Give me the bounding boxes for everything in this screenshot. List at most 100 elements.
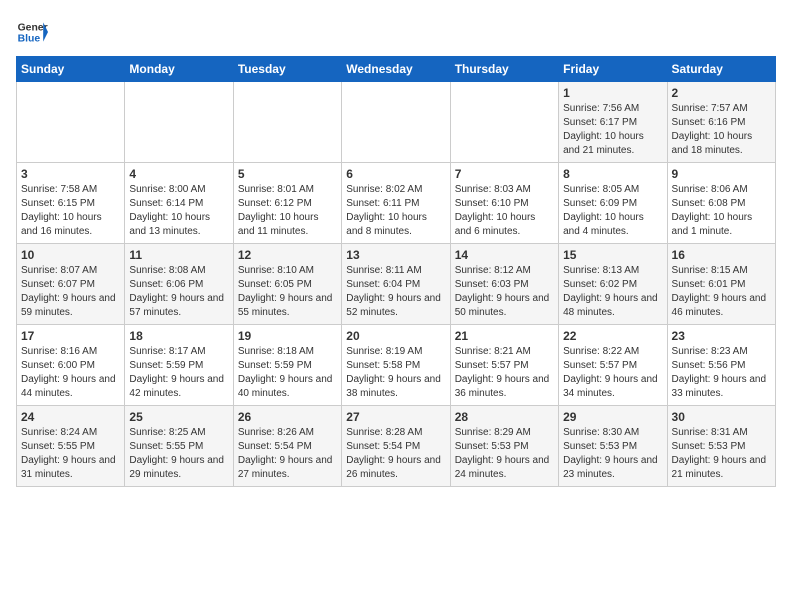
calendar-cell: 8 Sunrise: 8:05 AM Sunset: 6:09 PM Daylig… (559, 163, 667, 244)
day-info: Sunrise: 8:02 AM Sunset: 6:11 PM Dayligh… (346, 183, 445, 239)
day-number: 30 (672, 410, 771, 424)
calendar-cell: 22 Sunrise: 8:22 AM Sunset: 5:57 PM Dayli… (559, 325, 667, 406)
day-number: 16 (672, 248, 771, 262)
day-number: 26 (238, 410, 337, 424)
calendar-cell (17, 82, 125, 163)
calendar-cell: 16 Sunrise: 8:15 AM Sunset: 6:01 PM Dayli… (667, 244, 775, 325)
day-number: 28 (455, 410, 554, 424)
day-number: 9 (672, 167, 771, 181)
day-number: 7 (455, 167, 554, 181)
day-info: Sunrise: 8:17 AM Sunset: 5:59 PM Dayligh… (129, 345, 228, 401)
day-info: Sunrise: 8:26 AM Sunset: 5:54 PM Dayligh… (238, 426, 337, 482)
calendar-cell: 17Sunrise: 8:16 AM Sunset: 6:00 PM Dayli… (17, 325, 125, 406)
page-header: General Blue (16, 16, 776, 48)
day-info: Sunrise: 7:56 AM Sunset: 6:17 PM Dayligh… (563, 102, 662, 158)
calendar-cell: 18 Sunrise: 8:17 AM Sunset: 5:59 PM Dayli… (125, 325, 233, 406)
day-info: Sunrise: 8:29 AM Sunset: 5:53 PM Dayligh… (455, 426, 554, 482)
day-info: Sunrise: 8:24 AM Sunset: 5:55 PM Dayligh… (21, 426, 120, 482)
day-info: Sunrise: 8:31 AM Sunset: 5:53 PM Dayligh… (672, 426, 771, 482)
weekday-header: Tuesday (233, 57, 341, 82)
calendar-week-row: 1 Sunrise: 7:56 AM Sunset: 6:17 PM Daylig… (17, 82, 776, 163)
day-info: Sunrise: 8:25 AM Sunset: 5:55 PM Dayligh… (129, 426, 228, 482)
weekday-header: Monday (125, 57, 233, 82)
calendar-cell: 1 Sunrise: 7:56 AM Sunset: 6:17 PM Daylig… (559, 82, 667, 163)
day-info: Sunrise: 8:30 AM Sunset: 5:53 PM Dayligh… (563, 426, 662, 482)
day-number: 23 (672, 329, 771, 343)
day-number: 1 (563, 86, 662, 100)
weekday-header: Friday (559, 57, 667, 82)
day-number: 10 (21, 248, 120, 262)
day-info: Sunrise: 8:01 AM Sunset: 6:12 PM Dayligh… (238, 183, 337, 239)
weekday-header: Thursday (450, 57, 558, 82)
day-info: Sunrise: 8:23 AM Sunset: 5:56 PM Dayligh… (672, 345, 771, 401)
day-info: Sunrise: 8:12 AM Sunset: 6:03 PM Dayligh… (455, 264, 554, 320)
calendar-week-row: 3 Sunrise: 7:58 AM Sunset: 6:15 PM Daylig… (17, 163, 776, 244)
day-info: Sunrise: 8:13 AM Sunset: 6:02 PM Dayligh… (563, 264, 662, 320)
calendar-cell: 14 Sunrise: 8:12 AM Sunset: 6:03 PM Dayli… (450, 244, 558, 325)
day-info: Sunrise: 8:28 AM Sunset: 5:54 PM Dayligh… (346, 426, 445, 482)
day-number: 8 (563, 167, 662, 181)
calendar-cell: 13Sunrise: 8:11 AM Sunset: 6:04 PM Dayli… (342, 244, 450, 325)
day-info: Sunrise: 8:08 AM Sunset: 6:06 PM Dayligh… (129, 264, 228, 320)
day-number: 21 (455, 329, 554, 343)
calendar-cell (233, 82, 341, 163)
day-number: 18 (129, 329, 228, 343)
day-number: 11 (129, 248, 228, 262)
day-info: Sunrise: 7:58 AM Sunset: 6:15 PM Dayligh… (21, 183, 120, 239)
day-number: 22 (563, 329, 662, 343)
day-number: 12 (238, 248, 337, 262)
calendar-table: SundayMondayTuesdayWednesdayThursdayFrid… (16, 56, 776, 487)
day-number: 27 (346, 410, 445, 424)
svg-text:Blue: Blue (18, 34, 41, 45)
day-number: 24 (21, 410, 120, 424)
calendar-cell: 7 Sunrise: 8:03 AM Sunset: 6:10 PM Daylig… (450, 163, 558, 244)
day-info: Sunrise: 8:05 AM Sunset: 6:09 PM Dayligh… (563, 183, 662, 239)
calendar-week-row: 17Sunrise: 8:16 AM Sunset: 6:00 PM Dayli… (17, 325, 776, 406)
calendar-cell: 2 Sunrise: 7:57 AM Sunset: 6:16 PM Daylig… (667, 82, 775, 163)
calendar-cell: 27 Sunrise: 8:28 AM Sunset: 5:54 PM Dayli… (342, 406, 450, 487)
weekday-header: Saturday (667, 57, 775, 82)
day-number: 2 (672, 86, 771, 100)
calendar-cell: 12 Sunrise: 8:10 AM Sunset: 6:05 PM Dayli… (233, 244, 341, 325)
calendar-week-row: 24 Sunrise: 8:24 AM Sunset: 5:55 PM Dayli… (17, 406, 776, 487)
calendar-cell (125, 82, 233, 163)
day-info: Sunrise: 8:03 AM Sunset: 6:10 PM Dayligh… (455, 183, 554, 239)
calendar-cell: 10 Sunrise: 8:07 AM Sunset: 6:07 PM Dayli… (17, 244, 125, 325)
day-number: 6 (346, 167, 445, 181)
day-number: 19 (238, 329, 337, 343)
calendar-week-row: 10 Sunrise: 8:07 AM Sunset: 6:07 PM Dayli… (17, 244, 776, 325)
calendar-cell: 29Sunrise: 8:30 AM Sunset: 5:53 PM Dayli… (559, 406, 667, 487)
calendar-header-row: SundayMondayTuesdayWednesdayThursdayFrid… (17, 57, 776, 82)
calendar-cell: 23 Sunrise: 8:23 AM Sunset: 5:56 PM Dayli… (667, 325, 775, 406)
weekday-header: Wednesday (342, 57, 450, 82)
calendar-cell: 4 Sunrise: 8:00 AM Sunset: 6:14 PM Daylig… (125, 163, 233, 244)
day-info: Sunrise: 8:15 AM Sunset: 6:01 PM Dayligh… (672, 264, 771, 320)
day-info: Sunrise: 8:22 AM Sunset: 5:57 PM Dayligh… (563, 345, 662, 401)
logo: General Blue (16, 16, 48, 48)
calendar-cell: 15 Sunrise: 8:13 AM Sunset: 6:02 PM Dayli… (559, 244, 667, 325)
calendar-cell: 21 Sunrise: 8:21 AM Sunset: 5:57 PM Dayli… (450, 325, 558, 406)
calendar-cell: 3 Sunrise: 7:58 AM Sunset: 6:15 PM Daylig… (17, 163, 125, 244)
calendar-cell: 30 Sunrise: 8:31 AM Sunset: 5:53 PM Dayli… (667, 406, 775, 487)
day-info: Sunrise: 8:21 AM Sunset: 5:57 PM Dayligh… (455, 345, 554, 401)
day-number: 20 (346, 329, 445, 343)
day-info: Sunrise: 8:06 AM Sunset: 6:08 PM Dayligh… (672, 183, 771, 239)
calendar-cell: 20Sunrise: 8:19 AM Sunset: 5:58 PM Dayli… (342, 325, 450, 406)
calendar-cell: 19 Sunrise: 8:18 AM Sunset: 5:59 PM Dayli… (233, 325, 341, 406)
day-info: Sunrise: 8:10 AM Sunset: 6:05 PM Dayligh… (238, 264, 337, 320)
calendar-cell (450, 82, 558, 163)
day-number: 15 (563, 248, 662, 262)
calendar-cell: 11 Sunrise: 8:08 AM Sunset: 6:06 PM Dayli… (125, 244, 233, 325)
calendar-cell: 24 Sunrise: 8:24 AM Sunset: 5:55 PM Dayli… (17, 406, 125, 487)
weekday-header: Sunday (17, 57, 125, 82)
day-number: 4 (129, 167, 228, 181)
day-number: 17 (21, 329, 120, 343)
day-number: 25 (129, 410, 228, 424)
day-number: 3 (21, 167, 120, 181)
day-info: Sunrise: 8:18 AM Sunset: 5:59 PM Dayligh… (238, 345, 337, 401)
day-info: Sunrise: 8:00 AM Sunset: 6:14 PM Dayligh… (129, 183, 228, 239)
day-info: Sunrise: 8:11 AM Sunset: 6:04 PM Dayligh… (346, 264, 445, 320)
day-number: 14 (455, 248, 554, 262)
day-info: Sunrise: 7:57 AM Sunset: 6:16 PM Dayligh… (672, 102, 771, 158)
day-info: Sunrise: 8:07 AM Sunset: 6:07 PM Dayligh… (21, 264, 120, 320)
